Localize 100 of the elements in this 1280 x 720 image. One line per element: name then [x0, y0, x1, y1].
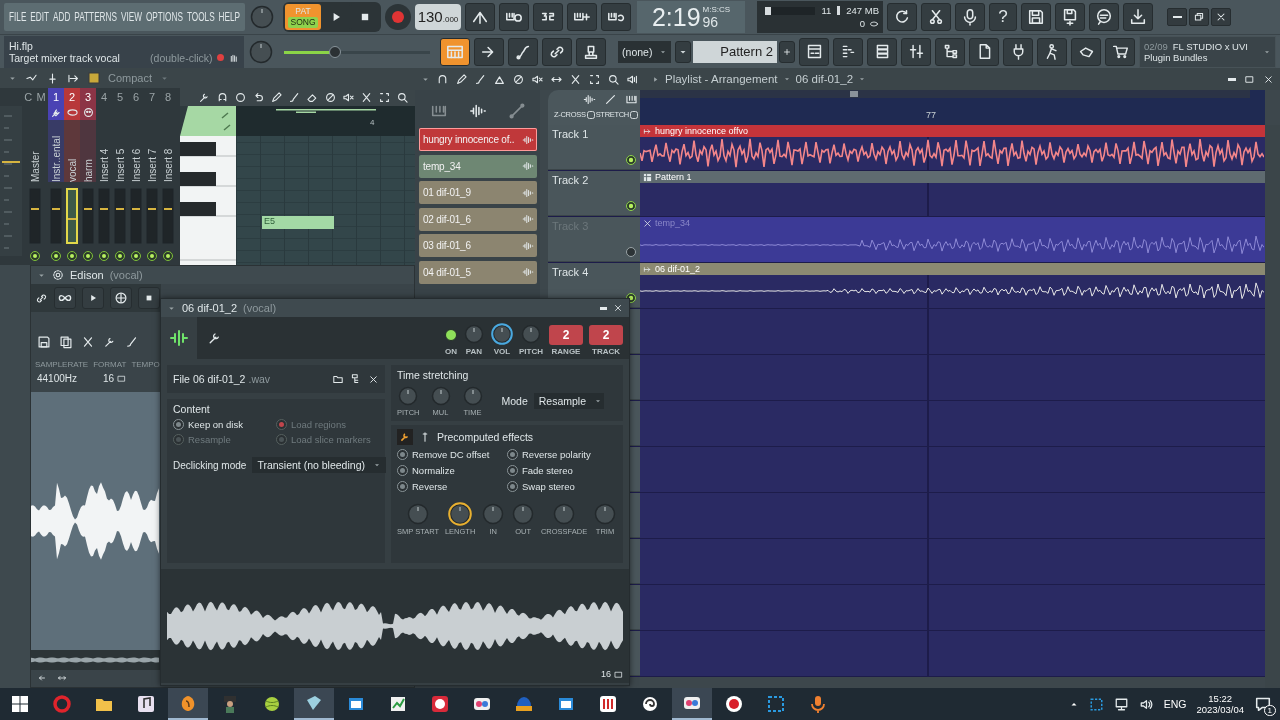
field-label: TEMPO: [131, 360, 160, 369]
menu-item[interactable]: PATTERNS: [74, 10, 117, 24]
menu-item[interactable]: OPTIONS: [145, 10, 183, 24]
bar-number: 77: [926, 110, 936, 120]
file-name: 06 dif-01_2: [192, 373, 246, 385]
format-value: 16: [601, 669, 611, 679]
track-name: Insert 6: [130, 147, 142, 182]
window-subtitle: (vocal): [109, 269, 143, 281]
clip-header[interactable]: Pattern 1: [640, 171, 1265, 183]
track-name: harm: [82, 158, 94, 182]
menu-item[interactable]: HELP: [218, 10, 241, 24]
clip-header[interactable]: 06 dif-01_2: [640, 263, 1265, 275]
control-label: TRACK: [592, 347, 620, 356]
track-name: Track 1: [552, 128, 589, 140]
option-label: Resample: [188, 434, 231, 445]
option-label: Normalize: [412, 465, 455, 476]
clock-date: 2023/03/04: [1196, 704, 1244, 715]
clip-item[interactable]: 02 dif-01_6: [419, 207, 537, 231]
clip-name: 04 dif-01_5: [423, 266, 471, 278]
option-label: Reverse: [412, 481, 448, 492]
value-box[interactable]: 2: [589, 325, 623, 345]
track-name: Master: [29, 150, 41, 182]
pattern-song-switch[interactable]: PAT SONG: [285, 4, 321, 30]
window-subtitle: (vocal): [243, 302, 277, 314]
control-label: ON: [445, 347, 457, 356]
mixer-header-label: C: [24, 91, 33, 103]
control-label: PAN: [465, 347, 483, 356]
mixer-header-label: M: [36, 91, 46, 103]
field-label: Mode: [501, 395, 528, 407]
track-number: 2: [68, 91, 76, 103]
polyphony-count: 0: [859, 18, 865, 29]
pattern-selector[interactable]: Pattern 2: [693, 40, 777, 63]
clip-name: temp_34: [423, 160, 461, 172]
menu-item[interactable]: ADD: [53, 10, 71, 24]
track-name: Insert 4: [98, 147, 110, 182]
hint-message: Target mixer track vocal: [9, 51, 120, 64]
clip-item[interactable]: temp_34: [419, 154, 537, 178]
help-button[interactable]: ?: [989, 3, 1017, 31]
option-label: Keep on disk: [188, 419, 243, 430]
clip-item[interactable]: 01 dif-01_9: [419, 181, 537, 204]
news-subtitle: Plugin Bundles: [1144, 51, 1209, 63]
piano-note[interactable]: E5: [262, 216, 334, 229]
section-title: Time stretching: [397, 369, 470, 381]
track-number: 7: [148, 91, 156, 103]
clip-header[interactable]: hungry innocence offvo: [640, 125, 1265, 137]
control-label: PITCH: [519, 347, 543, 356]
project-file-name: Hi.flp: [9, 39, 34, 52]
clip-name: temp_34: [655, 218, 691, 228]
section-title: Precomputed effects: [437, 431, 534, 443]
track-number: 5: [116, 91, 124, 103]
track-number: 3: [84, 91, 92, 103]
memory-usage: 247 MB: [846, 5, 879, 16]
menu-item[interactable]: FILE: [9, 10, 27, 24]
tempo-field[interactable]: 130.000: [415, 4, 461, 30]
control-label: RANGE: [551, 347, 581, 356]
track-name: Insert 8: [162, 147, 174, 182]
window-title: 06 dif-01_2: [182, 302, 238, 314]
window-title: Edison: [70, 269, 104, 281]
playlist-clip-name[interactable]: 06 dif-01_2: [795, 73, 854, 85]
bar-number: 4: [370, 118, 375, 127]
pattern-picker[interactable]: (none): [618, 40, 671, 63]
value-box[interactable]: 2: [549, 325, 583, 345]
track-name: Track 2: [552, 174, 589, 186]
clip-item[interactable]: 04 dif-01_5: [419, 260, 537, 284]
hint-action: (double-click): [150, 51, 213, 64]
clip-item[interactable]: hungry innocence of..: [419, 128, 537, 151]
track-name: Track 4: [552, 266, 589, 278]
track-number: 8: [164, 91, 172, 103]
menu-item[interactable]: TOOLS: [186, 10, 215, 24]
option-label: Load regions: [291, 419, 346, 430]
menu-item[interactable]: EDIT: [30, 10, 50, 24]
time-value: 2:19: [651, 2, 701, 32]
clip-name: 06 dif-01_2: [655, 264, 701, 274]
file-extension: .wav: [248, 373, 271, 385]
track-header[interactable]: Track 2: [548, 171, 640, 216]
news-title: FL STUDIO x UVI: [1172, 40, 1248, 52]
menu-item[interactable]: VIEW: [120, 10, 142, 24]
field-label: Declicking mode: [173, 459, 247, 471]
track-header[interactable]: Track 1: [548, 125, 640, 170]
field-label: SAMPLERATE: [35, 360, 89, 369]
track-number: 1: [52, 91, 60, 103]
track-number: 6: [132, 91, 140, 103]
clip-name: hungry innocence offvo: [655, 126, 748, 136]
time-unit-label: M:S:CS: [702, 4, 731, 14]
track-name: Insert 7: [146, 147, 158, 182]
control-label: VOL: [493, 347, 511, 356]
clip-name: Pattern 1: [655, 172, 692, 182]
notification-badge: 1: [1263, 705, 1276, 716]
clip-name: 01 dif-01_9: [423, 187, 471, 198]
declicking-dropdown[interactable]: Transient (no bleeding): [252, 457, 386, 473]
mode-dropdown[interactable]: Resample: [533, 393, 604, 409]
view-mode-label: Compact: [108, 72, 153, 84]
news-counter: 02/09: [1144, 40, 1168, 52]
track-name: vocal: [66, 157, 78, 182]
option-label: Fade stereo: [522, 465, 573, 476]
time-centiseconds: 96: [702, 13, 720, 30]
clip-item[interactable]: 03 dif-01_6: [419, 234, 537, 257]
language-indicator[interactable]: ENG: [1163, 698, 1187, 710]
playlist-title: Playlist - Arrangement: [665, 73, 778, 85]
file-label: File: [173, 373, 190, 385]
